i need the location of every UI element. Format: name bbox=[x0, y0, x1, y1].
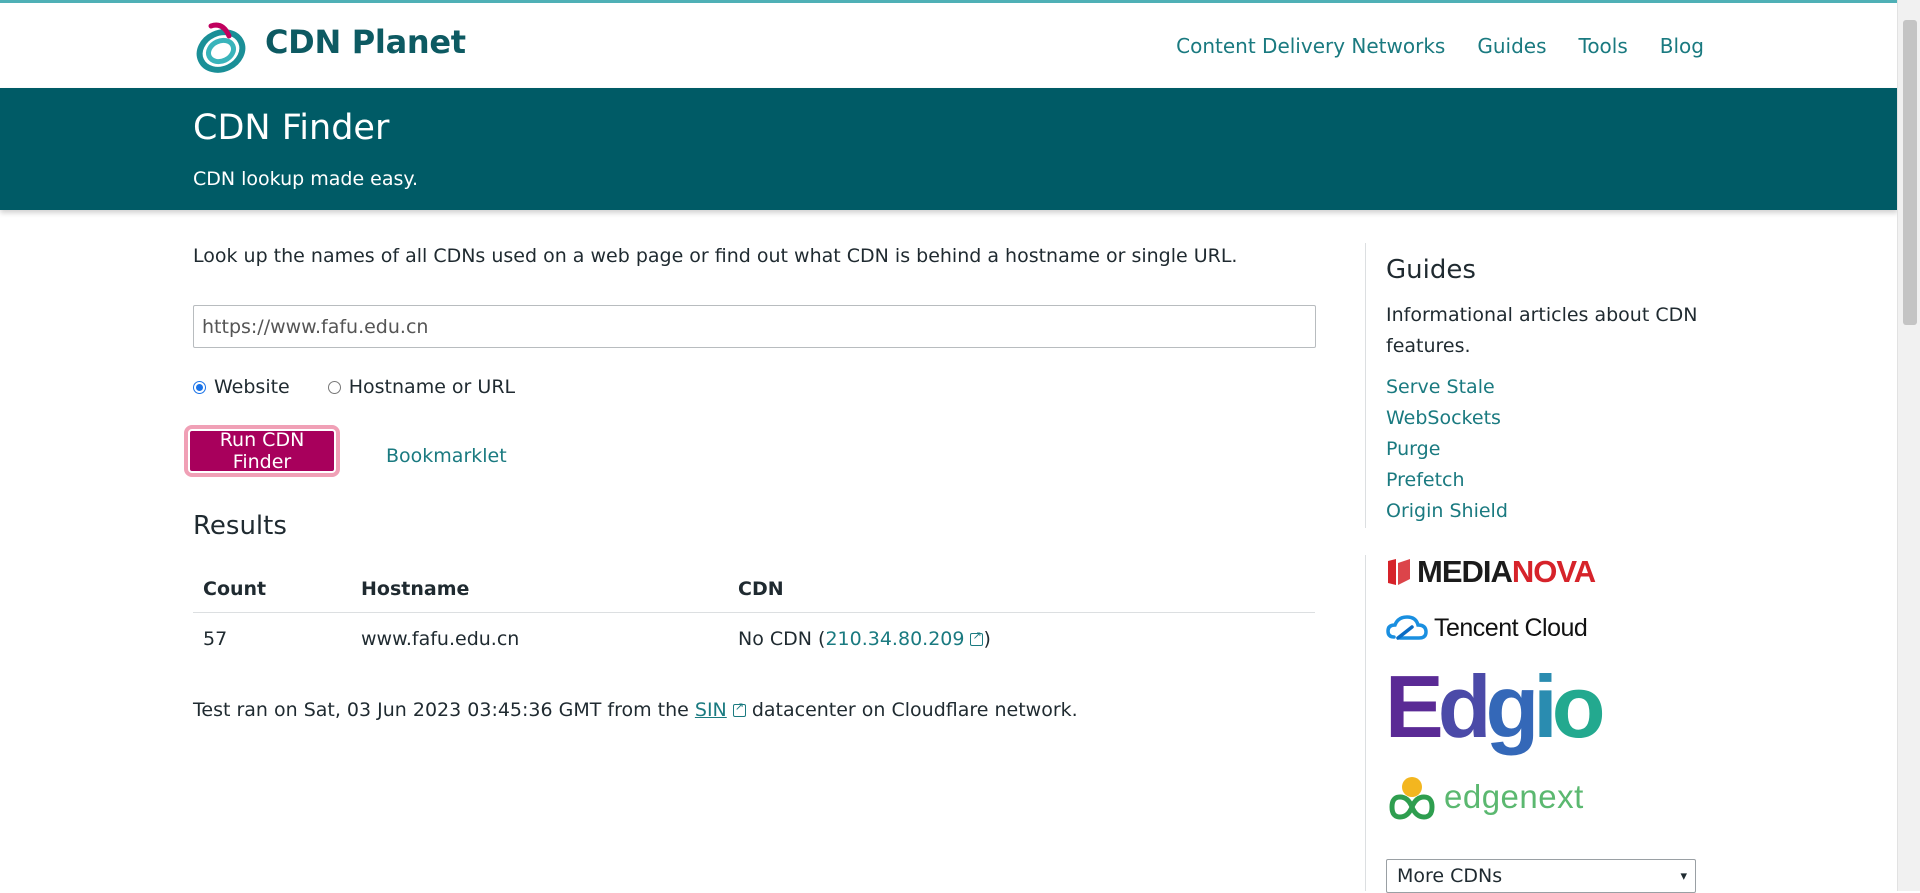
sidebar-title: Guides bbox=[1386, 255, 1476, 285]
cell-hostname: www.fafu.edu.cn bbox=[361, 628, 520, 650]
page-subtitle: CDN lookup made easy. bbox=[193, 168, 418, 190]
results-table: Count Hostname CDN 57 www.fafu.edu.cn No… bbox=[193, 565, 1315, 665]
bookmarklet-link[interactable]: Bookmarklet bbox=[386, 445, 507, 467]
radio-hostname-label: Hostname or URL bbox=[348, 376, 516, 398]
nav-blog[interactable]: Blog bbox=[1660, 34, 1704, 58]
medianova-logo[interactable]: MEDIA NOVA bbox=[1386, 554, 1596, 589]
cdn-planet-logo-icon[interactable] bbox=[193, 18, 248, 75]
edgio-logo[interactable]: Edgio bbox=[1385, 662, 1605, 752]
hero-banner: CDN Finder CDN lookup made easy. bbox=[0, 88, 1898, 210]
cell-count: 57 bbox=[203, 628, 228, 650]
ip-link[interactable]: 210.34.80.209 bbox=[825, 628, 984, 650]
lookup-type-radios: Website Hostname or URL bbox=[193, 376, 553, 398]
test-info: Test ran on Sat, 03 Jun 2023 03:45:36 GM… bbox=[193, 699, 1078, 721]
test-info-after: datacenter on Cloudflare network. bbox=[745, 699, 1078, 721]
list-item: Origin Shield bbox=[1386, 496, 1508, 527]
sidebar-description: Informational articles about CDN feature… bbox=[1386, 304, 1698, 357]
guide-links: Serve Stale WebSockets Purge Prefetch Or… bbox=[1386, 372, 1508, 527]
cdn-suffix: ) bbox=[983, 628, 991, 650]
edgenext-logo[interactable]: edgenext bbox=[1386, 772, 1584, 822]
chevron-down-icon: ▾ bbox=[1680, 868, 1687, 884]
medianova-text-2: NOVA bbox=[1511, 554, 1596, 589]
results-heading: Results bbox=[193, 511, 287, 541]
list-item: Prefetch bbox=[1386, 465, 1508, 496]
vertical-scrollbar[interactable] bbox=[1897, 0, 1920, 891]
test-info-before: Test ran on Sat, 03 Jun 2023 03:45:36 GM… bbox=[193, 699, 695, 721]
nav-guides[interactable]: Guides bbox=[1477, 34, 1546, 58]
radio-website[interactable]: Website bbox=[193, 376, 290, 398]
cdn-prefix: No CDN ( bbox=[738, 628, 826, 650]
main-nav: Content Delivery Networks Guides Tools B… bbox=[1176, 34, 1704, 58]
list-item: WebSockets bbox=[1386, 403, 1508, 434]
tencent-cloud-logo[interactable]: Tencent Cloud bbox=[1386, 611, 1588, 645]
edgio-letter: i bbox=[1533, 657, 1558, 756]
more-cdns-select[interactable]: More CDNs ▾ bbox=[1386, 859, 1696, 893]
radio-website-label: Website bbox=[214, 376, 290, 398]
nav-cdns[interactable]: Content Delivery Networks bbox=[1176, 34, 1445, 58]
list-item: Serve Stale bbox=[1386, 372, 1508, 403]
ip-text: 210.34.80.209 bbox=[825, 628, 965, 650]
radio-hostname-dot[interactable] bbox=[327, 380, 341, 394]
col-count-header: Count bbox=[203, 577, 267, 600]
edgio-letter: o bbox=[1551, 657, 1606, 756]
external-link-icon bbox=[970, 629, 984, 646]
list-item: Purge bbox=[1386, 434, 1508, 465]
table-header: Count Hostname CDN bbox=[193, 565, 1315, 613]
tencent-cloud-icon bbox=[1386, 615, 1428, 640]
intro-text: Look up the names of all CDNs used on a … bbox=[193, 245, 1238, 267]
table-row: 57 www.fafu.edu.cn No CDN (210.34.80.209… bbox=[193, 613, 1315, 665]
cell-cdn: No CDN (210.34.80.209) bbox=[738, 628, 1315, 650]
run-cdn-finder-button[interactable]: Run CDN Finder bbox=[184, 425, 340, 477]
edgio-letter: g bbox=[1485, 657, 1539, 756]
page-title: CDN Finder bbox=[193, 108, 390, 148]
nav-tools[interactable]: Tools bbox=[1579, 34, 1628, 58]
brand-name[interactable]: CDN Planet bbox=[265, 23, 466, 61]
radio-website-dot[interactable] bbox=[193, 380, 206, 394]
medianova-text-1: MEDIA bbox=[1417, 554, 1513, 589]
guide-purge[interactable]: Purge bbox=[1386, 438, 1440, 460]
more-cdns-value: More CDNs bbox=[1397, 865, 1503, 887]
edgenext-text: edgenext bbox=[1444, 778, 1584, 815]
edgio-letter: d bbox=[1437, 657, 1492, 756]
edgenext-mark-icon bbox=[1389, 777, 1435, 820]
guide-prefetch[interactable]: Prefetch bbox=[1386, 469, 1465, 491]
col-hostname-header: Hostname bbox=[361, 577, 470, 600]
sidebar-divider bbox=[1365, 243, 1366, 528]
sidebar-divider-lower bbox=[1365, 555, 1366, 891]
datacenter-text: SIN bbox=[694, 699, 727, 721]
url-input[interactable] bbox=[193, 305, 1316, 348]
external-link-icon bbox=[732, 700, 746, 717]
scrollbar-thumb[interactable] bbox=[1903, 20, 1917, 325]
datacenter-link[interactable]: SIN bbox=[695, 699, 746, 721]
col-cdn-header: CDN bbox=[738, 577, 784, 600]
guide-origin-shield[interactable]: Origin Shield bbox=[1386, 500, 1508, 522]
guide-serve-stale[interactable]: Serve Stale bbox=[1386, 376, 1495, 398]
guide-websockets[interactable]: WebSockets bbox=[1386, 407, 1501, 429]
tencent-cloud-text: Tencent Cloud bbox=[1434, 613, 1588, 642]
site-header: CDN Planet Content Delivery Networks Gui… bbox=[0, 3, 1898, 88]
medianova-mark-icon bbox=[1388, 559, 1410, 585]
edgio-letter: E bbox=[1385, 657, 1444, 756]
radio-hostname[interactable]: Hostname or URL bbox=[327, 376, 516, 398]
